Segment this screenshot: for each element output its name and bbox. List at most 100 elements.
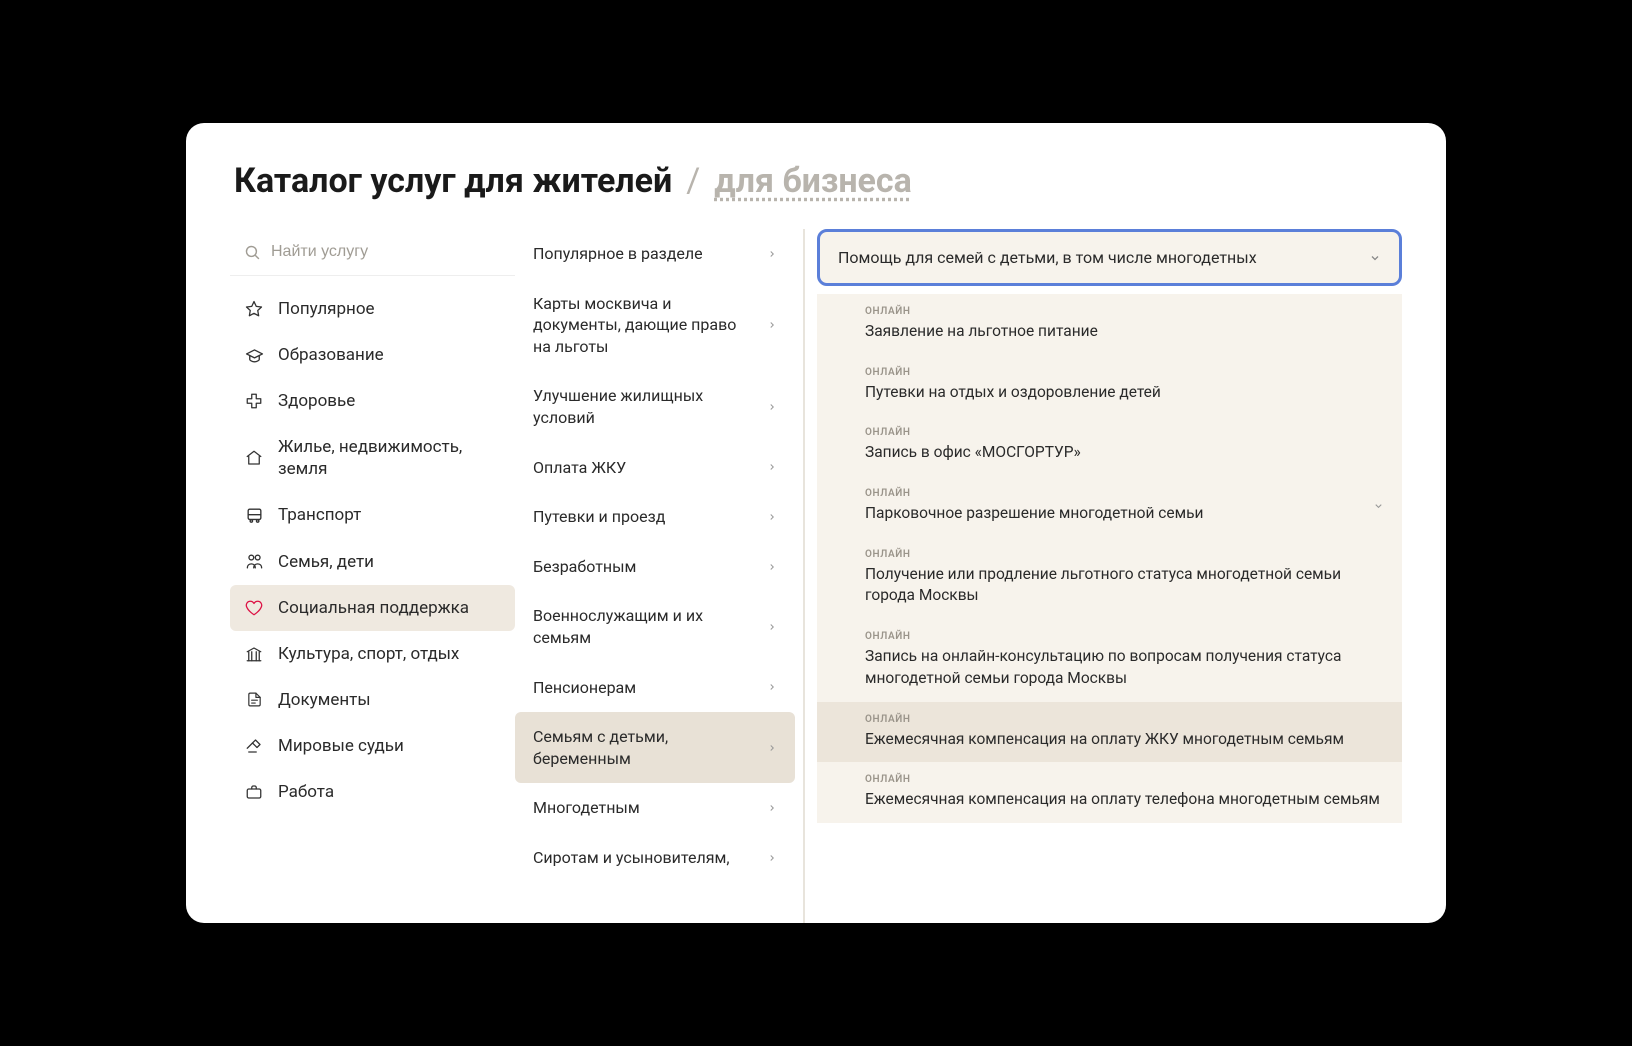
service-title: Ежемесячная компенсация на оплату ЖКУ мн… <box>865 729 1384 751</box>
chevron-right-icon <box>767 622 777 632</box>
service-badge: ОНЛАЙН <box>865 367 1384 378</box>
service-panel: Помощь для семей с детьми, в том числе м… <box>803 229 1402 923</box>
chevron-right-icon <box>767 562 777 572</box>
service-item[interactable]: ОНЛАЙНПолучение или продление льготного … <box>817 537 1402 619</box>
work-icon <box>244 783 264 801</box>
subcategory-item[interactable]: Популярное в разделе <box>515 229 795 279</box>
home-icon <box>244 449 264 467</box>
culture-icon <box>244 645 264 663</box>
service-item[interactable]: ОНЛАЙН Заявление на льготное питание <box>817 294 1402 355</box>
category-label: Жилье, недвижимость, земля <box>278 436 501 480</box>
doc-icon <box>244 691 264 708</box>
subcategory-label: Оплата ЖКУ <box>533 457 767 479</box>
category-label: Работа <box>278 781 334 803</box>
category-label: Семья, дети <box>278 551 374 573</box>
service-list: ОНЛАЙНЗаявление на льготное питаниеОНЛАЙ… <box>817 294 1402 823</box>
title-separator: / <box>686 161 700 201</box>
subcategory-label: Популярное в разделе <box>533 243 767 265</box>
subcategory-item[interactable]: Путевки и проезд <box>515 492 795 542</box>
health-icon <box>244 392 264 410</box>
category-label: Образование <box>278 344 384 366</box>
subcategory-label: Сиротам и усыновителям, <box>533 847 767 869</box>
category-item[interactable]: Здоровье <box>230 378 515 424</box>
chevron-right-icon <box>767 682 777 692</box>
chevron-down-icon <box>1369 252 1381 264</box>
chevron-right-icon <box>767 743 777 753</box>
title-alt-link[interactable]: для бизнеса <box>714 161 912 201</box>
subcategory-item[interactable]: Карты москвича и документы, дающие право… <box>515 279 795 372</box>
service-title: Запись на онлайн-консультацию по вопроса… <box>865 646 1384 689</box>
category-item[interactable]: Документы <box>230 677 515 723</box>
subcategory-item[interactable]: Улучшение жилищных условий <box>515 371 795 442</box>
service-group-dropdown[interactable]: Помощь для семей с детьми, в том числе м… <box>817 229 1402 286</box>
service-item[interactable]: ОНЛАЙН Путевки на отдых и оздоровление де… <box>817 355 1402 416</box>
chevron-right-icon <box>767 803 777 813</box>
category-item[interactable]: Семья, дети <box>230 539 515 585</box>
subcategory-item[interactable]: Пенсионерам <box>515 663 795 713</box>
dropdown-selected: Помощь для семей с детьми, в том числе м… <box>838 248 1257 267</box>
service-title: Запись в офис «МОСГОРТУР» <box>865 442 1384 464</box>
columns: Популярное Образование Здоровье Жилье, недв… <box>186 229 1446 923</box>
service-item[interactable]: ОНЛАЙН Запись в офис «МОСГОРТУР» <box>817 415 1402 476</box>
bus-icon <box>244 506 264 525</box>
subcategory-label: Многодетным <box>533 797 767 819</box>
service-title: Парковочное разрешение многодетной семьи <box>865 503 1384 525</box>
star-icon <box>244 300 264 318</box>
subcategory-label: Безработным <box>533 556 767 578</box>
category-item[interactable]: Популярное <box>230 286 515 332</box>
subcategory-item[interactable]: Многодетным <box>515 783 795 833</box>
gavel-icon <box>244 737 264 755</box>
subcategory-label: Семьям с детьми, беременным <box>533 726 767 769</box>
service-badge: ОНЛАЙН <box>865 714 1384 725</box>
subcategory-item[interactable]: Оплата ЖКУ <box>515 443 795 493</box>
chevron-down-icon <box>1373 501 1384 512</box>
subcategory-label: Военнослужащим и их семьям <box>533 605 767 648</box>
category-label: Социальная поддержка <box>278 597 469 619</box>
category-label: Популярное <box>278 298 375 320</box>
service-item[interactable]: ОНЛАЙН Парковочное разрешение многодетной… <box>817 476 1402 537</box>
service-title: Заявление на льготное питание <box>865 321 1384 343</box>
page-title: Каталог услуг для жителей <box>234 161 672 201</box>
service-badge: ОНЛАЙН <box>865 774 1384 785</box>
catalog-card: Каталог услуг для жителей / для бизнеса … <box>186 123 1446 923</box>
category-item[interactable]: Работа <box>230 769 515 815</box>
header: Каталог услуг для жителей / для бизнеса <box>186 161 1446 229</box>
subcategory-label: Путевки и проезд <box>533 506 767 528</box>
service-item[interactable]: ОНЛАЙН Запись на онлайн-консультацию по в… <box>817 619 1402 701</box>
service-item[interactable]: ОНЛАЙНЕжемесячная компенсация на оплату … <box>817 762 1402 823</box>
subcategory-list: Популярное в разделе Карты москвича и док… <box>515 229 795 923</box>
search-icon <box>244 244 261 261</box>
subcategory-item[interactable]: Сиротам и усыновителям, <box>515 833 795 883</box>
search-box[interactable] <box>230 229 515 276</box>
subcategory-item[interactable]: Военнослужащим и их семьям <box>515 591 795 662</box>
category-label: Транспорт <box>278 504 361 526</box>
subcategory-item[interactable]: Семьям с детьми, беременным <box>515 712 795 783</box>
chevron-right-icon <box>767 320 777 330</box>
family-icon <box>244 552 264 571</box>
chevron-right-icon <box>767 853 777 863</box>
grad-icon <box>244 346 264 365</box>
category-item[interactable]: Культура, спорт, отдых <box>230 631 515 677</box>
category-sidebar: Популярное Образование Здоровье Жилье, недв… <box>230 229 515 923</box>
page-title-row: Каталог услуг для жителей / для бизнеса <box>234 161 1398 201</box>
service-item[interactable]: ОНЛАЙН Ежемесячная компенсация на оплату … <box>817 702 1402 763</box>
subcategory-item[interactable]: Безработным <box>515 542 795 592</box>
chevron-right-icon <box>767 512 777 522</box>
search-input[interactable] <box>271 243 501 261</box>
chevron-right-icon <box>767 402 777 412</box>
heart-icon <box>244 599 264 617</box>
category-label: Документы <box>278 689 371 711</box>
category-label: Мировые судьи <box>278 735 404 757</box>
service-badge: ОНЛАЙН <box>865 427 1384 438</box>
category-item[interactable]: Жилье, недвижимость, земля <box>230 424 515 492</box>
category-item[interactable]: Образование <box>230 332 515 378</box>
category-item[interactable]: Транспорт <box>230 492 515 538</box>
chevron-right-icon <box>767 249 777 259</box>
service-badge: ОНЛАЙН <box>865 488 1384 499</box>
category-item[interactable]: Мировые судьи <box>230 723 515 769</box>
service-badge: ОНЛАЙН <box>865 631 1384 642</box>
service-badge: ОНЛАЙН <box>865 306 1384 317</box>
category-item[interactable]: Социальная поддержка <box>230 585 515 631</box>
service-title: Путевки на отдых и оздоровление детей <box>865 382 1384 404</box>
service-badge: ОНЛАЙН <box>865 549 1384 560</box>
